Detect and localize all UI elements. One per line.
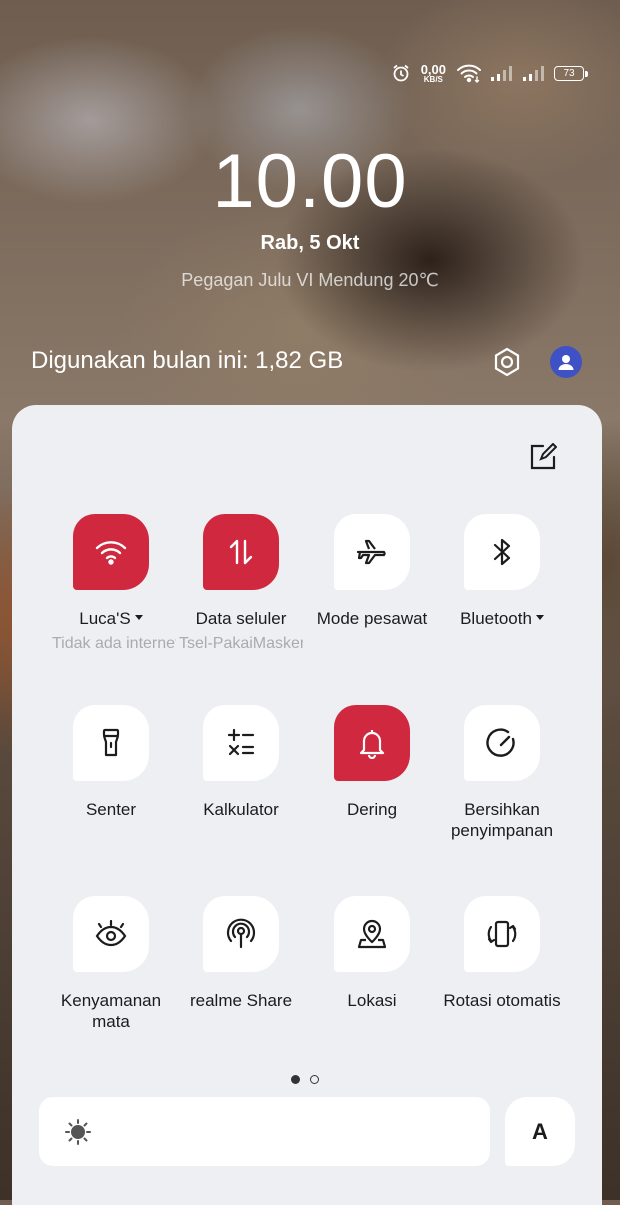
share-signal-icon <box>226 918 256 949</box>
clock-time[interactable]: 10.00 <box>0 138 620 225</box>
realme-share-toggle[interactable] <box>203 896 279 972</box>
tile-flashlight[interactable]: Senter <box>46 705 176 820</box>
battery-level: 73 <box>563 67 575 79</box>
tile-eye-comfort[interactable]: Kenyamanan mata <box>46 896 176 1032</box>
ring-toggle[interactable] <box>334 705 410 781</box>
dropdown-caret-icon[interactable] <box>134 615 143 621</box>
brightness-slider[interactable] <box>39 1097 490 1166</box>
user-avatar-button[interactable] <box>550 346 582 378</box>
tile-clean-storage[interactable]: Bersihkan penyimpanan <box>437 705 567 841</box>
signal-icon <box>490 64 514 82</box>
tile-label: Bluetooth <box>460 608 544 629</box>
signal-icon <box>522 64 546 82</box>
date-text[interactable]: Rab, 5 Okt <box>0 232 620 255</box>
auto-brightness-button[interactable]: A <box>505 1097 575 1166</box>
wifi-toggle[interactable] <box>73 514 149 590</box>
rotate-icon <box>487 920 517 948</box>
wifi-status: Tidak ada internet <box>52 635 176 652</box>
tile-airplane[interactable]: Mode pesawat <box>307 514 437 629</box>
bell-icon <box>359 730 385 759</box>
wifi-icon <box>456 63 482 83</box>
tile-auto-rotate[interactable]: Rotasi otomatis <box>437 896 567 1011</box>
flashlight-toggle[interactable] <box>73 705 149 781</box>
weather-text[interactable]: Pegagan Julu VI Mendung 20℃ <box>0 270 620 291</box>
sun-icon <box>65 1119 91 1145</box>
calculator-toggle[interactable] <box>203 705 279 781</box>
location-toggle[interactable] <box>334 896 410 972</box>
edit-tiles-button[interactable] <box>526 440 560 474</box>
tile-location[interactable]: Lokasi <box>307 896 437 1011</box>
tile-realme-share[interactable]: realme Share <box>176 896 306 1011</box>
settings-icon <box>494 347 520 377</box>
page-dot-active[interactable] <box>291 1075 300 1084</box>
bluetooth-label: Bluetooth <box>460 609 532 628</box>
eye-comfort-label: Kenyamanan mata <box>60 991 162 1031</box>
flashlight-icon <box>102 728 120 757</box>
eye-icon <box>95 920 127 947</box>
location-icon <box>357 919 387 949</box>
carrier-name: Tsel-PakaiMasker <box>179 635 303 652</box>
location-label: Lokasi <box>347 991 397 1010</box>
alarm-icon <box>391 63 411 83</box>
airplane-icon <box>356 539 386 565</box>
mobile-data-icon <box>229 539 253 565</box>
bluetooth-toggle[interactable] <box>464 514 540 590</box>
edit-icon <box>530 443 557 470</box>
tile-calculator[interactable]: Kalkulator <box>176 705 306 820</box>
tile-mobile-data[interactable]: Data seluler Tsel-PakaiMasker <box>176 514 306 653</box>
mobile-data-toggle[interactable] <box>203 514 279 590</box>
network-speed: 0,00 KB/S <box>421 63 446 84</box>
page-dot[interactable] <box>310 1075 319 1084</box>
airplane-toggle[interactable] <box>334 514 410 590</box>
battery-icon: 73 <box>554 65 588 81</box>
tile-bluetooth[interactable]: Bluetooth <box>437 514 567 629</box>
calculator-icon <box>227 728 255 756</box>
settings-button[interactable] <box>490 345 524 379</box>
page-indicator <box>291 1075 319 1084</box>
realme-share-label: realme Share <box>189 991 293 1010</box>
data-usage-text[interactable]: Digunakan bulan ini: 1,82 GB <box>31 347 343 375</box>
tile-wifi[interactable]: Luca'S Tidak ada internet <box>46 514 176 653</box>
mobile-data-label: Data seluler <box>195 609 287 628</box>
ring-label: Dering <box>346 800 398 819</box>
tile-label: Luca'S <box>79 608 143 629</box>
auto-rotate-label: Rotasi otomatis <box>443 991 561 1010</box>
dropdown-caret-icon[interactable] <box>535 615 544 621</box>
tile-ring[interactable]: Dering <box>307 705 437 820</box>
speed-value: 0,00 <box>420 61 446 77</box>
wifi-label: Luca'S <box>79 609 131 628</box>
gauge-icon <box>486 728 515 757</box>
flashlight-label: Senter <box>85 800 137 819</box>
clean-storage-label: Bersihkan penyimpanan <box>450 800 554 840</box>
clean-storage-toggle[interactable] <box>464 705 540 781</box>
calculator-label: Kalkulator <box>203 800 279 819</box>
wifi-icon <box>95 541 127 565</box>
speed-unit: KB/S <box>423 74 443 84</box>
bluetooth-icon <box>493 538 511 566</box>
eye-comfort-toggle[interactable] <box>73 896 149 972</box>
auto-rotate-toggle[interactable] <box>464 896 540 972</box>
airplane-label: Mode pesawat <box>316 609 428 628</box>
status-bar: 0,00 KB/S 73 <box>391 60 588 86</box>
user-icon <box>558 355 574 370</box>
